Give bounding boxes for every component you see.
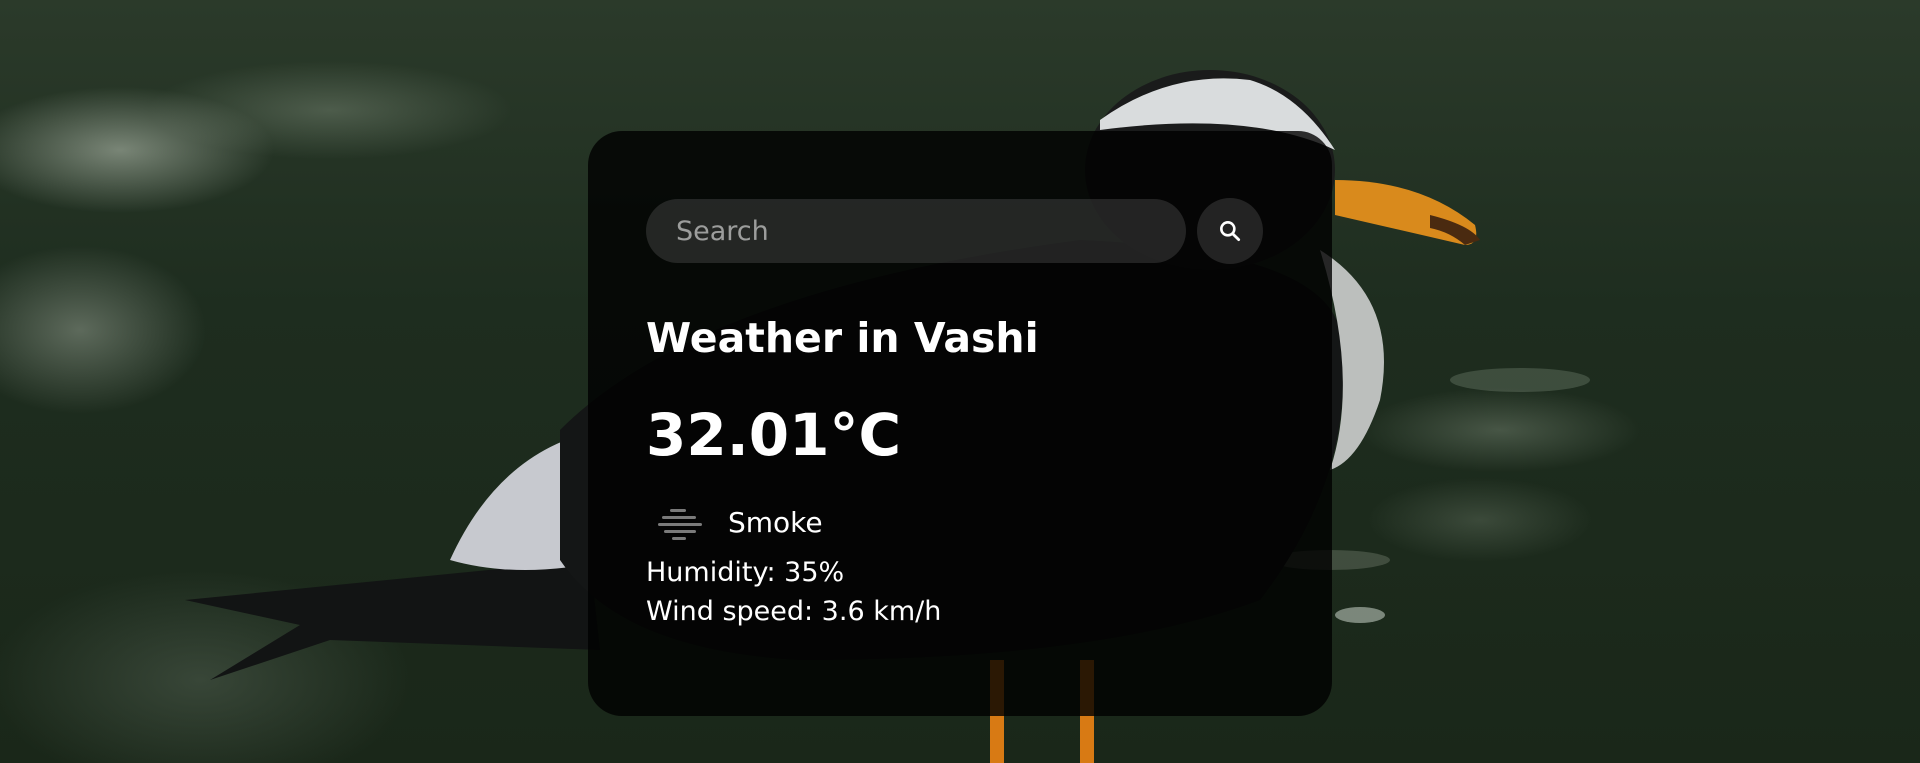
humidity-text: Humidity: 35%: [646, 556, 845, 588]
smoke-haze-icon: [656, 505, 706, 541]
weather-details: Humidity: 35% Wind speed: 3.6 km/h: [646, 553, 1274, 631]
weather-card: Weather in Vashi 32.01°C Smoke Humidity:…: [588, 131, 1332, 716]
temperature-value: 32.01°C: [646, 401, 902, 470]
search-input[interactable]: [646, 199, 1186, 263]
weather-condition: Smoke: [646, 505, 1274, 541]
search-icon: [1217, 218, 1243, 244]
wind-speed-text: Wind speed: 3.6 km/h: [646, 595, 942, 627]
search-bar: [646, 198, 1274, 264]
city-heading: Weather in Vashi: [646, 314, 1039, 362]
condition-description: Smoke: [728, 506, 823, 540]
search-button[interactable]: [1197, 198, 1263, 264]
